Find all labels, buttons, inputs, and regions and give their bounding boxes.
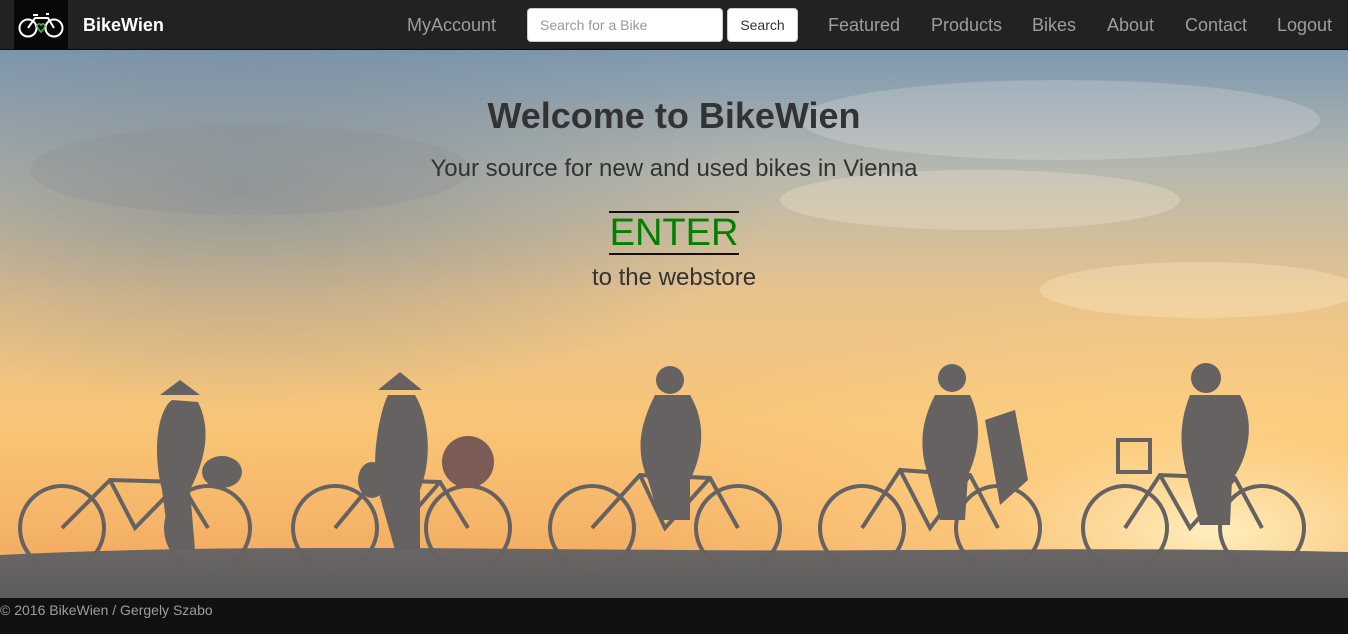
nav-bikes[interactable]: Bikes	[1032, 14, 1076, 36]
enter-wrapper: ENTER	[0, 211, 1348, 255]
footer: © 2016 BikeWien / Gergely Szabo	[0, 598, 1348, 634]
nav-logout[interactable]: Logout	[1277, 14, 1332, 36]
hero-section: Welcome to BikeWien Your source for new …	[0, 50, 1348, 598]
search-button[interactable]: Search	[727, 8, 798, 42]
hero-subtitle: Your source for new and used bikes in Vi…	[430, 155, 918, 182]
nav-products[interactable]: Products	[931, 14, 1002, 36]
enter-caption: to the webstore	[591, 264, 757, 291]
logo[interactable]	[14, 0, 68, 50]
nav-contact[interactable]: Contact	[1185, 14, 1247, 36]
nav-myaccount[interactable]: MyAccount	[407, 14, 496, 36]
top-navbar: BikeWien MyAccount Search Featured Produ…	[0, 0, 1348, 50]
search-input[interactable]	[527, 8, 723, 42]
nav-featured[interactable]: Featured	[828, 14, 900, 36]
brand-name[interactable]: BikeWien	[83, 14, 164, 36]
hero-title: Welcome to BikeWien	[487, 95, 861, 136]
enter-store-link[interactable]: ENTER	[608, 211, 740, 255]
bicycle-heart-icon	[18, 13, 64, 38]
nav-about[interactable]: About	[1107, 14, 1154, 36]
footer-copyright: © 2016 BikeWien / Gergely Szabo	[0, 602, 213, 618]
